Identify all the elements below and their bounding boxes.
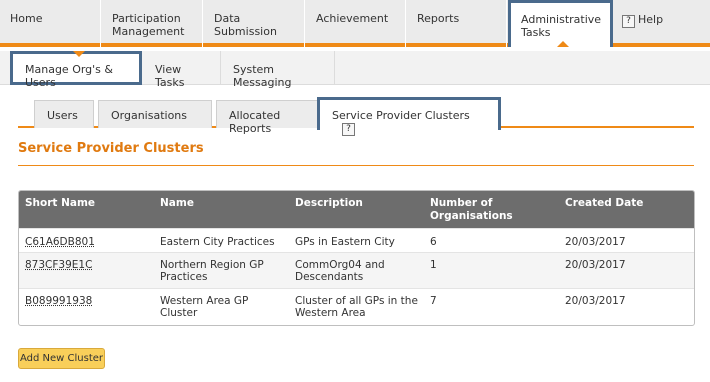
nav-achievement[interactable]: Achievement xyxy=(306,0,406,47)
subnav-manage-orgs-users-label: Manage Org's & Users xyxy=(25,63,113,89)
table-header: Short Name Name Description Number of Or… xyxy=(19,191,694,228)
add-new-cluster-button[interactable]: Add New Cluster xyxy=(18,348,105,369)
tab-organisations[interactable]: Organisations xyxy=(98,100,212,128)
subnav-caret-icon xyxy=(73,51,85,57)
column-header-description[interactable]: Description xyxy=(295,197,363,210)
nav-administrative-tasks-label: Administrative Tasks xyxy=(521,13,602,39)
active-caret-icon xyxy=(557,41,569,47)
tab-bar: Users Organisations Allocated Reports Se… xyxy=(18,97,694,136)
tab-organisations-label: Organisations xyxy=(111,109,188,122)
cell-created-date: 20/03/2017 xyxy=(565,295,626,307)
nav-data-submission[interactable]: Data Submission xyxy=(204,0,305,47)
cell-name: Western Area GP Cluster xyxy=(160,295,249,319)
short-name-link[interactable]: B089991938 xyxy=(25,295,92,307)
help-label: Help xyxy=(638,13,664,26)
table-row: C61A6DB801 Eastern City Practices GPs in… xyxy=(19,228,694,252)
title-divider xyxy=(18,165,694,166)
short-name-link[interactable]: 873CF39E1C xyxy=(25,259,92,271)
tab-help-icon[interactable]: ? xyxy=(342,122,355,136)
nav-administrative-tasks[interactable]: Administrative Tasks xyxy=(508,0,613,47)
subnav-view-tasks-label: View Tasks xyxy=(155,63,185,89)
table-row: B089991938 Western Area GP Cluster Clust… xyxy=(19,288,694,325)
tab-service-provider-clusters-label: Service Provider Clusters xyxy=(332,109,470,122)
cell-description: Cluster of all GPs in the Western Area xyxy=(295,295,418,319)
nav-participation-management[interactable]: Participation Management xyxy=(102,0,203,47)
cell-count: 6 xyxy=(430,236,437,248)
clusters-table: Short Name Name Description Number of Or… xyxy=(18,190,695,326)
cell-name: Eastern City Practices xyxy=(160,236,275,248)
tab-users-label: Users xyxy=(47,109,78,122)
tab-users[interactable]: Users xyxy=(34,100,94,128)
cell-created-date: 20/03/2017 xyxy=(565,259,626,271)
nav-home[interactable]: Home xyxy=(0,0,101,47)
cell-description: GPs in Eastern City xyxy=(295,236,395,248)
help-link[interactable]: ? Help xyxy=(622,13,663,28)
column-header-short-name[interactable]: Short Name xyxy=(25,197,95,210)
subnav-view-tasks[interactable]: View Tasks xyxy=(143,51,221,89)
nav-achievement-label: Achievement xyxy=(316,12,389,25)
cell-count: 7 xyxy=(430,295,437,307)
tab-service-provider-clusters[interactable]: Service Provider Clusters? xyxy=(317,97,501,136)
nav-participation-management-label: Participation Management xyxy=(112,12,185,38)
sub-navigation: Manage Org's & Users View Tasks System M… xyxy=(0,51,710,89)
nav-home-label: Home xyxy=(10,12,43,25)
help-icon: ? xyxy=(622,15,635,28)
page-title: Service Provider Clusters xyxy=(18,141,204,156)
cell-description: CommOrg04 and Descendants xyxy=(295,259,385,283)
cell-count: 1 xyxy=(430,259,437,271)
nav-reports[interactable]: Reports xyxy=(407,0,507,47)
table-row: 873CF39E1C Northern Region GP Practices … xyxy=(19,252,694,288)
subnav-system-messaging-label: System Messaging xyxy=(233,63,292,89)
tab-allocated-reports[interactable]: Allocated Reports xyxy=(216,100,333,135)
column-header-number-of-organisations[interactable]: Number of Organisations xyxy=(430,197,525,223)
top-navigation: Home Participation Management Data Submi… xyxy=(0,0,710,47)
cell-name: Northern Region GP Practices xyxy=(160,259,264,283)
tab-allocated-reports-label: Allocated Reports xyxy=(229,109,281,135)
subnav-system-messaging[interactable]: System Messaging xyxy=(221,51,335,89)
column-header-created-date[interactable]: Created Date xyxy=(565,197,643,210)
column-header-name[interactable]: Name xyxy=(160,197,194,210)
short-name-link[interactable]: C61A6DB801 xyxy=(25,236,95,248)
cell-created-date: 20/03/2017 xyxy=(565,236,626,248)
nav-reports-label: Reports xyxy=(417,12,460,25)
subnav-manage-orgs-users[interactable]: Manage Org's & Users xyxy=(10,51,142,89)
nav-data-submission-label: Data Submission xyxy=(214,12,277,38)
